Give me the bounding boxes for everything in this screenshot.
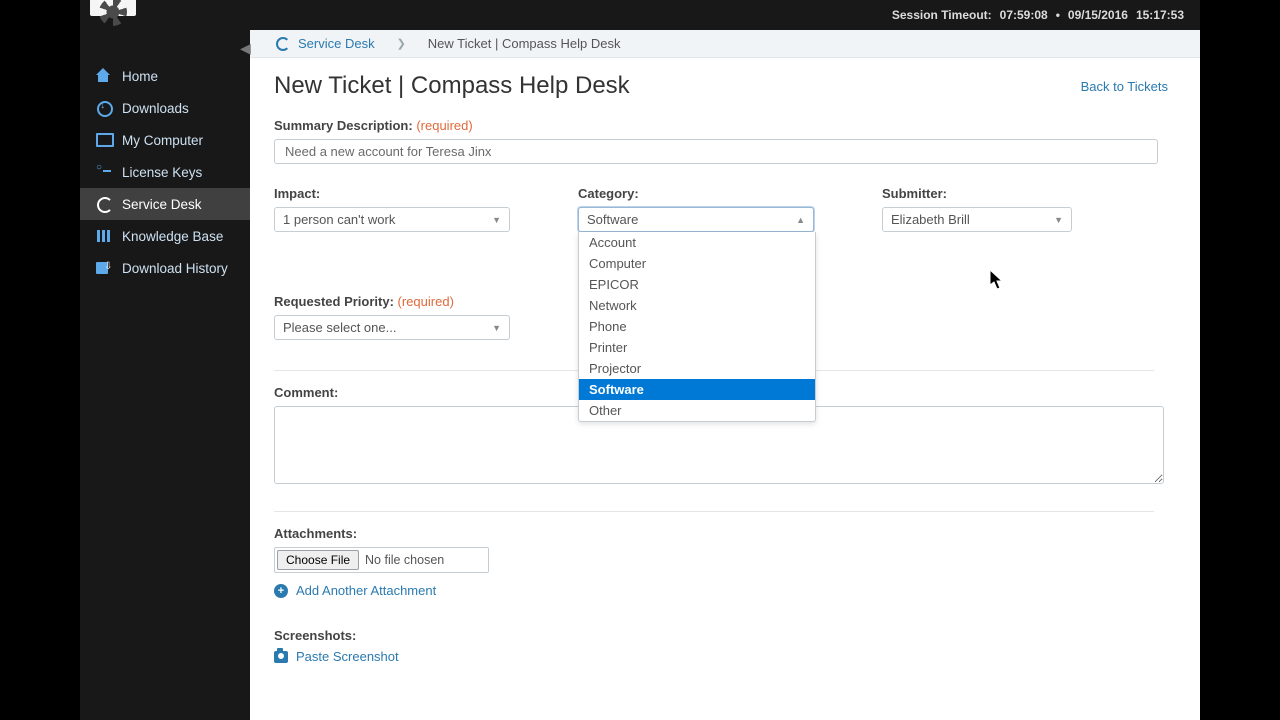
priority-value: Please select one... xyxy=(283,320,396,335)
category-label: Category: xyxy=(578,186,814,201)
monitor-icon xyxy=(96,132,112,148)
category-select[interactable]: Software ▲ Account Computer EPICOR Netwo… xyxy=(578,207,814,232)
sidebar-item-label: License Keys xyxy=(122,165,202,180)
impact-value: 1 person can't work xyxy=(283,212,395,227)
camera-icon xyxy=(274,651,288,663)
required-marker: (required) xyxy=(398,294,454,309)
file-input-row: Choose File No file chosen xyxy=(274,547,489,573)
status-sep: • xyxy=(1056,8,1060,22)
summary-input[interactable] xyxy=(274,139,1158,164)
category-option-account[interactable]: Account xyxy=(579,232,815,253)
status-time: 15:17:53 xyxy=(1136,8,1184,22)
breadcrumb-root[interactable]: Service Desk xyxy=(298,36,375,51)
file-none-text: No file chosen xyxy=(365,553,444,567)
page-title: New Ticket | Compass Help Desk xyxy=(274,72,630,100)
category-dropdown: Account Computer EPICOR Network Phone Pr… xyxy=(578,232,816,422)
category-option-projector[interactable]: Projector xyxy=(579,358,815,379)
plus-icon: + xyxy=(274,584,288,598)
sidebar-item-label: Knowledge Base xyxy=(122,229,223,244)
summary-label: Summary Description: (required) xyxy=(274,118,1168,133)
category-option-software[interactable]: Software xyxy=(579,379,815,400)
session-timeout-value: 07:59:08 xyxy=(1000,8,1048,22)
section-divider xyxy=(274,511,1154,512)
sidebar-item-label: Service Desk xyxy=(122,197,202,212)
chevron-down-icon: ▼ xyxy=(1054,215,1063,225)
attachments-label: Attachments: xyxy=(274,526,1168,541)
sidebar-item-download-history[interactable]: Download History xyxy=(80,252,250,284)
sidebar-item-my-computer[interactable]: My Computer xyxy=(80,124,250,156)
download-history-icon xyxy=(96,260,112,276)
screenshots-label: Screenshots: xyxy=(274,628,1168,643)
key-icon xyxy=(96,164,112,180)
category-option-epicor[interactable]: EPICOR xyxy=(579,274,815,295)
sidebar-item-downloads[interactable]: Downloads xyxy=(80,92,250,124)
sidebar-item-label: Home xyxy=(122,69,158,84)
sidebar-collapse-handle[interactable]: ◀ xyxy=(240,40,252,54)
status-date: 09/15/2016 xyxy=(1068,8,1128,22)
app-logo xyxy=(90,0,136,16)
service-desk-icon xyxy=(96,196,112,212)
breadcrumb-current: New Ticket | Compass Help Desk xyxy=(428,36,621,51)
chevron-up-icon: ▲ xyxy=(796,215,805,225)
category-option-printer[interactable]: Printer xyxy=(579,337,815,358)
sidebar-item-label: My Computer xyxy=(122,133,203,148)
breadcrumb-separator: ❯ xyxy=(397,37,406,50)
priority-select[interactable]: Please select one... ▼ xyxy=(274,315,510,340)
status-bar: Session Timeout: 07:59:08 • 09/15/2016 1… xyxy=(80,0,1200,30)
add-attachment-link[interactable]: + Add Another Attachment xyxy=(274,583,1168,598)
impact-label: Impact: xyxy=(274,186,510,201)
category-option-computer[interactable]: Computer xyxy=(579,253,815,274)
chevron-down-icon: ▼ xyxy=(492,323,501,333)
session-timeout-label: Session Timeout: xyxy=(892,8,992,22)
sidebar: Home Downloads My Computer License Keys … xyxy=(80,30,250,720)
chevron-down-icon: ▼ xyxy=(492,215,501,225)
submitter-value: Elizabeth Brill xyxy=(891,212,970,227)
sidebar-item-knowledge-base[interactable]: Knowledge Base xyxy=(80,220,250,252)
breadcrumb: Service Desk ❯ New Ticket | Compass Help… xyxy=(250,30,1200,58)
category-value: Software xyxy=(587,212,638,227)
paste-screenshot-link[interactable]: Paste Screenshot xyxy=(274,649,1168,664)
back-to-tickets-link[interactable]: Back to Tickets xyxy=(1081,79,1168,94)
sidebar-item-license-keys[interactable]: License Keys xyxy=(80,156,250,188)
category-option-network[interactable]: Network xyxy=(579,295,815,316)
submitter-select[interactable]: Elizabeth Brill ▼ xyxy=(882,207,1072,232)
submitter-label: Submitter: xyxy=(882,186,1072,201)
sidebar-item-service-desk[interactable]: Service Desk xyxy=(80,188,250,220)
choose-file-button[interactable]: Choose File xyxy=(277,550,359,570)
impact-select[interactable]: 1 person can't work ▼ xyxy=(274,207,510,232)
category-option-phone[interactable]: Phone xyxy=(579,316,815,337)
category-option-other[interactable]: Other xyxy=(579,400,815,421)
required-marker: (required) xyxy=(416,118,472,133)
download-icon xyxy=(96,100,112,116)
sidebar-item-label: Downloads xyxy=(122,101,189,116)
sidebar-item-home[interactable]: Home xyxy=(80,60,250,92)
breadcrumb-icon xyxy=(276,37,290,51)
home-icon xyxy=(96,68,112,84)
knowledge-base-icon xyxy=(96,228,112,244)
sidebar-item-label: Download History xyxy=(122,261,228,276)
